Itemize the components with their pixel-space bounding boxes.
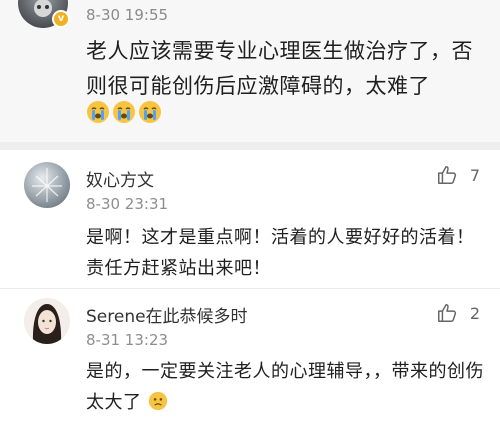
reply-text: 是啊！这才是重点啊！活着的人要好好的活着！责任方赶紧站出来吧！: [86, 227, 475, 279]
reply-item: 奴心方文 8-30 23:31 7 是啊！这才是重点啊！活着的人要好好的活着！责…: [0, 150, 500, 290]
crying-emoji-icon: [113, 101, 135, 123]
emoji-row: [86, 100, 162, 124]
like-button[interactable]: 7: [436, 164, 480, 186]
thumbs-up-icon: [437, 166, 456, 184]
thumbs-up-icon: [437, 304, 456, 322]
like-count: 2: [469, 303, 480, 323]
reply-item: Serene在此恭候多时 8-31 13:23 2 是的，一定要关注老人的心理辅…: [0, 290, 500, 432]
like-count: 7: [469, 165, 480, 185]
username[interactable]: Serene在此恭候多时: [86, 302, 248, 327]
worried-emoji-icon: [148, 391, 167, 411]
reply-divider: [0, 288, 500, 289]
top-comment: v 8-30 19:55 老人应该需要专业心理医生做治疗了，否则很可能创伤后应激…: [0, 0, 500, 142]
section-divider: [0, 142, 500, 150]
comment-text: 老人应该需要专业心理医生做治疗了，否则很可能创伤后应激障碍的，太难了: [86, 39, 473, 98]
crying-emoji-icon: [139, 101, 161, 123]
username[interactable]: 奴心方文: [86, 166, 154, 191]
like-button[interactable]: 2: [436, 302, 480, 324]
reply-text: 是的，一定要关注老人的心理辅导，，带来的创伤太大了: [86, 361, 484, 413]
crying-emoji-icon: [87, 101, 109, 123]
reply-time: 8-30 23:31: [86, 195, 169, 213]
reply-text-container: 是的，一定要关注老人的心理辅导，，带来的创伤太大了: [86, 356, 486, 418]
verified-badge-icon: v: [52, 10, 70, 28]
avatar[interactable]: [24, 162, 70, 208]
comment-time: 8-30 19:55: [86, 6, 169, 24]
avatar[interactable]: [24, 298, 70, 344]
reply-time: 8-31 13:23: [86, 331, 169, 349]
